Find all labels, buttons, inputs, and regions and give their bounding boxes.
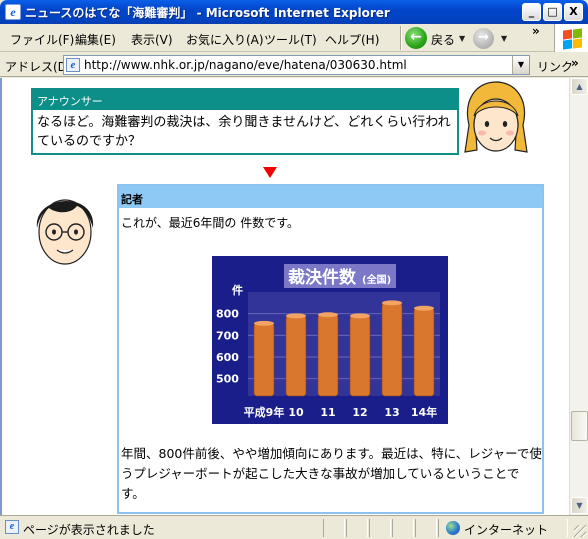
menu-tools[interactable]: ツール(T) (264, 31, 317, 48)
chart-plot-area (248, 292, 440, 396)
forward-dropdown-icon[interactable]: ▼ (501, 34, 507, 43)
y-tick-label: 600 (216, 351, 239, 364)
reporter-label: 記者 (119, 186, 542, 208)
vertical-scrollbar[interactable]: ▲ ▼ (569, 78, 588, 515)
status-bar: e ページが表示されました インターネット (0, 515, 588, 539)
minimize-button[interactable]: _ (522, 3, 541, 21)
chart-bar-cap (414, 305, 434, 311)
status-pane (346, 519, 368, 537)
menu-favorites[interactable]: お気に入り(A) (186, 31, 264, 48)
chart-ylabel: 件 (232, 283, 243, 297)
back-dropdown-icon[interactable]: ▼ (459, 34, 465, 43)
chart-bar (381, 302, 403, 397)
address-input[interactable]: e http://www.nhk.or.jp/nagano/eve/hatena… (63, 55, 530, 75)
status-pane (369, 519, 391, 537)
y-tick-label: 800 (216, 308, 239, 321)
page-viewport[interactable]: アナウンサー なるほど。海難審判の裁決は、余り聞きませんけど、どれくらい行われて… (0, 78, 569, 515)
chart-bar-cap (382, 300, 402, 306)
x-tick-label: 11 (320, 406, 335, 419)
menu-bar: ファイル(F) 編集(E) 表示(V) お気に入り(A) ツール(T) ヘルプ(… (0, 24, 588, 52)
page-done-icon: e (5, 520, 19, 534)
ie-icon: e (5, 4, 21, 20)
toolbar-separator (400, 26, 402, 50)
resize-grip[interactable] (574, 525, 586, 537)
x-tick-label: 12 (352, 406, 367, 419)
menu-help[interactable]: ヘルプ(H) (325, 31, 379, 48)
status-pane (415, 519, 437, 537)
toolbar-more-chevron[interactable]: » (532, 24, 540, 38)
links-button[interactable]: リンク (537, 58, 573, 75)
y-tick-label: 700 (216, 329, 239, 342)
menu-file[interactable]: ファイル(F) (10, 31, 74, 48)
x-tick-label: 14年 (411, 405, 437, 419)
close-button[interactable]: X (564, 3, 583, 21)
links-more-chevron[interactable]: » (571, 56, 579, 70)
reporter-summary-text: 年間、800件前後、やや増加傾向にあります。最近は、特に、レジャーで使うプレジャ… (121, 446, 542, 501)
chart-bar (413, 307, 435, 397)
maximize-button[interactable]: □ (543, 3, 562, 21)
forward-button[interactable]: → (473, 28, 494, 49)
x-tick-label: 平成9年 (244, 405, 285, 419)
chart-bar (285, 315, 307, 397)
windows-logo-icon (554, 24, 588, 52)
back-arrow-icon: ← (405, 27, 427, 49)
menu-edit[interactable]: 編集(E) (75, 31, 116, 48)
chart-bar-cap (350, 313, 370, 319)
back-label: 戻る (431, 33, 456, 47)
chart-title: 裁決件数 (288, 267, 357, 288)
chart-bar-cap (254, 320, 274, 326)
y-tick-label: 500 (216, 373, 239, 386)
chart-bar-cap (318, 312, 338, 318)
x-tick-label: 10 (288, 406, 304, 419)
url-text: http://www.nhk.or.jp/nagano/eve/hatena/0… (84, 58, 407, 72)
x-tick-label: 13 (384, 406, 399, 419)
scroll-thumb[interactable] (571, 411, 588, 441)
chart-bar (317, 314, 339, 397)
reporter-intro-text: これが、最近6年間の 件数です。 (121, 216, 300, 230)
scroll-down-icon[interactable]: ▼ (571, 497, 588, 514)
title-bar: e ニュースのはてな「海難審判」 - Microsoft Internet Ex… (0, 0, 588, 24)
scroll-up-icon[interactable]: ▲ (571, 78, 588, 95)
status-pane (323, 519, 345, 537)
chart-bar (253, 323, 275, 397)
chart-bar (349, 315, 371, 397)
status-pane (392, 519, 414, 537)
page-icon: e (66, 58, 80, 72)
down-arrow-icon (263, 167, 277, 178)
announcer-speech-box: アナウンサー なるほど。海難審判の裁決は、余り聞きませんけど、どれくらい行われて… (31, 88, 459, 155)
address-bar: アドレス(D) e http://www.nhk.or.jp/nagano/ev… (0, 53, 588, 77)
window-title: ニュースのはてな「海難審判」 - Microsoft Internet Expl… (25, 6, 390, 20)
announcer-text: なるほど。海難審判の裁決は、余り聞きませんけど、どれくらい行われているのですか？ (37, 115, 451, 149)
verdict-count-chart: 裁決件数 (全国) 件 500 600 700 800 平成9年 10 11 12 13 14年 (212, 256, 448, 424)
zone-text: インターネット (464, 523, 549, 537)
status-text: ページが表示されました (23, 523, 155, 537)
chart-subtitle: (全国) (362, 273, 391, 286)
announcer-label: アナウンサー (33, 90, 457, 110)
address-dropdown-icon[interactable]: ▼ (512, 56, 529, 74)
announcer-avatar (464, 81, 528, 153)
chart-bar-cap (286, 313, 306, 319)
address-label: アドレス(D) (5, 60, 72, 74)
reporter-avatar (36, 199, 94, 265)
internet-zone-icon (446, 521, 460, 535)
menu-view[interactable]: 表示(V) (131, 31, 173, 48)
